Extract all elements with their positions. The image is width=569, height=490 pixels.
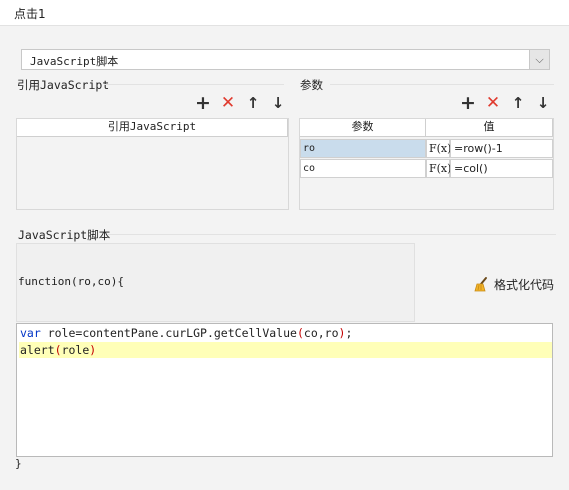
tab-bar: 点击1 xyxy=(0,0,569,26)
move-up-param-button[interactable]: ↑ xyxy=(508,93,528,113)
broom-icon xyxy=(474,277,487,292)
params-section-title: 参数 xyxy=(300,78,323,92)
js-section-title: JavaScript脚本 xyxy=(18,228,111,242)
param-name-cell[interactable]: ro xyxy=(300,139,426,158)
delete-reference-button[interactable]: ✕ xyxy=(218,93,238,113)
reference-column-header[interactable]: 引用JavaScript xyxy=(17,119,288,137)
tab-title[interactable]: 点击1 xyxy=(14,5,46,22)
closing-brace: } xyxy=(15,457,22,470)
param-value-cell[interactable]: =row()-1 xyxy=(450,139,553,158)
function-signature: function(ro,co){ xyxy=(18,275,124,288)
script-type-value: JavaScript脚本 xyxy=(30,55,119,68)
params-table: 参数 值 ro F(x) =row()-1 co F(x) =col() xyxy=(299,118,554,210)
reference-table: 引用JavaScript xyxy=(16,118,289,210)
formula-fx-icon[interactable]: F(x) xyxy=(426,139,451,158)
reference-divider xyxy=(104,84,284,85)
param-name-header[interactable]: 参数 xyxy=(300,119,426,137)
param-name-cell[interactable]: co xyxy=(300,159,426,178)
params-divider xyxy=(330,84,554,85)
script-type-select[interactable]: JavaScript脚本 ⌵ xyxy=(21,49,550,70)
add-param-button[interactable]: + xyxy=(458,93,478,113)
js-divider xyxy=(108,234,556,235)
code-line-1: var role=contentPane.curLGP.getCellValue… xyxy=(20,326,353,340)
formula-fx-icon[interactable]: F(x) xyxy=(426,159,451,178)
delete-param-button[interactable]: ✕ xyxy=(483,93,503,113)
code-editor[interactable]: var role=contentPane.curLGP.getCellValue… xyxy=(16,323,553,457)
format-code-label: 格式化代码 xyxy=(494,278,555,292)
param-value-header[interactable]: 值 xyxy=(426,119,553,137)
add-reference-button[interactable]: + xyxy=(193,93,213,113)
reference-section-title: 引用JavaScript xyxy=(17,78,110,92)
move-up-reference-button[interactable]: ↑ xyxy=(243,93,263,113)
code-line-2: alert(role) xyxy=(19,342,552,358)
param-value-cell[interactable]: =col() xyxy=(450,159,553,178)
move-down-reference-button[interactable]: ↓ xyxy=(268,93,288,113)
chevron-down-icon[interactable]: ⌵ xyxy=(529,50,549,69)
move-down-param-button[interactable]: ↓ xyxy=(533,93,553,113)
function-signature-box: function(ro,co){ xyxy=(16,243,415,322)
